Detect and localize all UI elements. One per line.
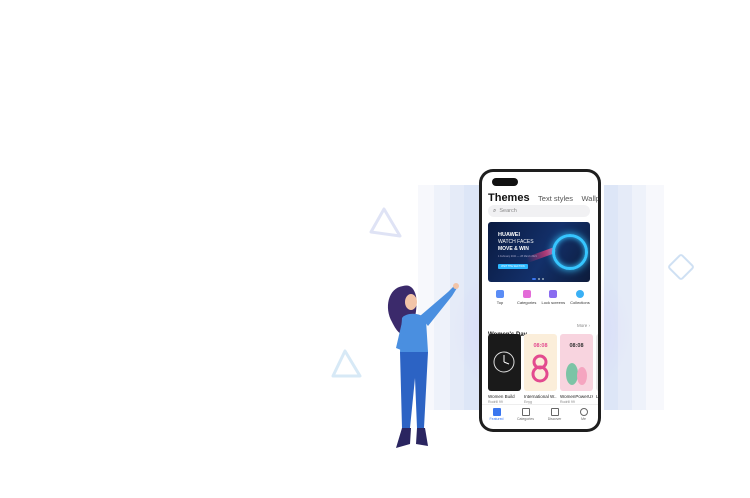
- nav-label: Featured: [489, 417, 504, 421]
- triangle-decoration: [369, 207, 402, 238]
- more-label: More: [576, 323, 588, 328]
- theme-card[interactable]: 08:08: [524, 334, 557, 391]
- promo-banner[interactable]: HUAWEI WATCH FACES MOVE & WIN 1 February…: [488, 222, 590, 282]
- trophy-icon: [496, 290, 504, 298]
- category-lock-screens[interactable]: Lock screens: [541, 290, 565, 305]
- featured-icon: [492, 408, 501, 416]
- profile-icon: [579, 408, 588, 416]
- tab-text-styles[interactable]: Text styles: [538, 194, 573, 203]
- category-shortcuts: Top Categories Lock screens Collections: [488, 290, 592, 305]
- search-icon: ⌕: [493, 207, 497, 214]
- nav-featured[interactable]: Featured: [486, 405, 508, 425]
- woman-pointing-illustration: [387, 283, 459, 448]
- category-label: Categories: [516, 300, 537, 305]
- category-categories[interactable]: Categories: [515, 290, 539, 305]
- theme-card[interactable]: [596, 334, 598, 391]
- category-label: Top: [496, 300, 504, 305]
- theme-card[interactable]: [488, 334, 521, 391]
- card-name: International W...: [524, 394, 557, 399]
- category-top[interactable]: Top: [488, 290, 512, 305]
- front-camera: [492, 178, 518, 186]
- search-input[interactable]: ⌕ Search: [488, 205, 590, 217]
- card-name: Li: [596, 394, 598, 399]
- category-label: Collections: [570, 300, 590, 305]
- category-label: Lock screens: [541, 300, 566, 305]
- nav-label: Me: [581, 417, 586, 421]
- category-collections[interactable]: Collections: [568, 290, 592, 305]
- banner-dates: 1 February 2021 — 28 March 2021: [498, 255, 537, 258]
- watch-preview: [493, 351, 515, 373]
- watch-face-ring: [552, 234, 588, 270]
- tab-wallpapers[interactable]: Wallpa: [582, 194, 599, 203]
- app-title: Themes: [488, 192, 530, 204]
- bottom-navigation: Featured Categories Discover Me: [482, 404, 598, 425]
- banner-cta-button[interactable]: VISIT THE SECTION: [498, 264, 528, 269]
- categories-icon: [522, 290, 531, 298]
- carousel-dot[interactable]: [538, 278, 540, 280]
- discover-icon: [550, 408, 559, 416]
- diamond-decoration: [666, 252, 696, 282]
- nav-discover[interactable]: Discover: [544, 405, 566, 425]
- carousel-dot[interactable]: [532, 278, 536, 280]
- triangle-decoration: [331, 349, 362, 378]
- banner-line1: WATCH FACES: [498, 239, 534, 245]
- lock-screen-icon: [549, 290, 558, 298]
- more-link[interactable]: More ›: [577, 323, 590, 328]
- search-placeholder: Search: [499, 208, 517, 214]
- carousel-indicator: [532, 278, 544, 280]
- banner-line2: MOVE & WIN: [498, 246, 529, 252]
- banner-brand: HUAWEI: [498, 232, 520, 238]
- collections-icon: [575, 290, 584, 298]
- nav-me[interactable]: Me: [573, 405, 595, 425]
- nav-label: Categories: [517, 417, 534, 421]
- theme-card[interactable]: 08:08: [560, 334, 593, 391]
- nav-categories[interactable]: Categories: [515, 405, 537, 425]
- phone-screen: Themes Text styles Wallpa ⌕ Search HUAWE…: [482, 172, 598, 429]
- app-header: Themes Text styles Wallpa: [488, 188, 598, 206]
- card-clock: 08:08: [533, 343, 548, 349]
- categories-nav-icon: [521, 408, 530, 416]
- card-name: Women Build: [488, 394, 515, 399]
- card-name: WomenPowerUX: [560, 394, 593, 399]
- card-clock: 08:08: [569, 343, 584, 349]
- nav-label: Discover: [547, 417, 562, 421]
- carousel-dot[interactable]: [542, 278, 544, 280]
